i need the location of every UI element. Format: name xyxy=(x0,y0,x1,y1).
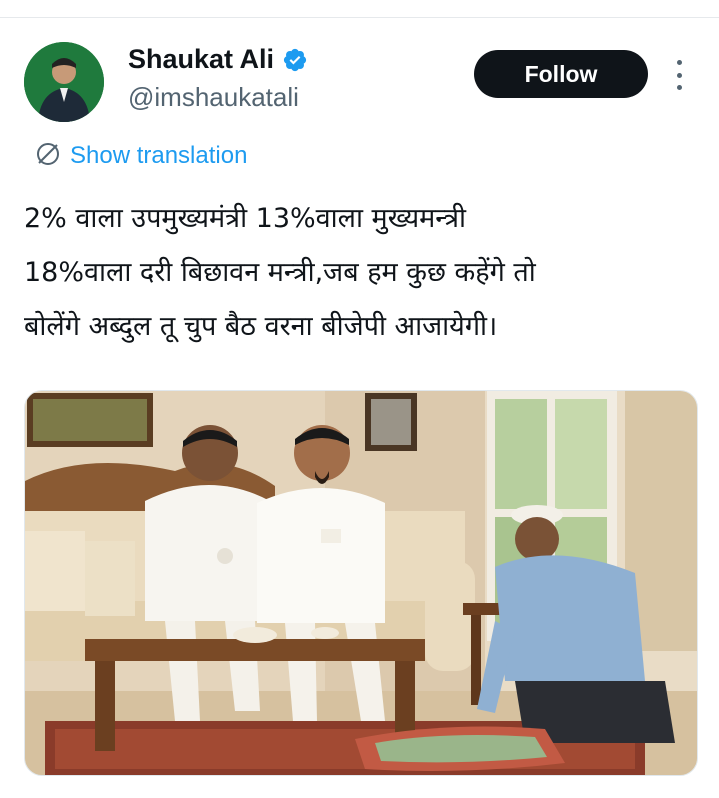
tweet-media-image[interactable] xyxy=(24,390,698,776)
show-translation-link[interactable]: Show translation xyxy=(34,140,247,172)
media-illustration xyxy=(25,391,697,775)
avatar-image xyxy=(24,42,104,122)
tweet-text-line: 18%वाला दरी बिछावन मन्त्री,जब हम कुछ कहे… xyxy=(24,257,536,288)
tweet-text-line: 2% वाला उपमुख्यमंत्री 13%वाला मुख्यमन्त्… xyxy=(24,203,466,234)
show-translation-label: Show translation xyxy=(70,142,248,169)
author-avatar[interactable] xyxy=(24,42,104,122)
more-vertical-icon[interactable] xyxy=(668,60,690,90)
author-display-name[interactable]: Shaukat Ali xyxy=(128,44,274,75)
top-divider xyxy=(0,17,719,18)
follow-button[interactable]: Follow xyxy=(474,50,648,98)
author-name-row: Shaukat Ali xyxy=(128,44,308,75)
author-handle[interactable]: @imshaukatali xyxy=(128,82,299,113)
globe-translate-icon xyxy=(34,140,62,172)
verified-badge-icon xyxy=(282,47,308,73)
tweet-text: 2% वाला उपमुख्यमंत्री 13%वाला मुख्यमन्त्… xyxy=(24,192,694,354)
tweet-text-line: बोलेंगे अब्दुल तू चुप बैठ वरना बीजेपी आज… xyxy=(24,311,498,342)
